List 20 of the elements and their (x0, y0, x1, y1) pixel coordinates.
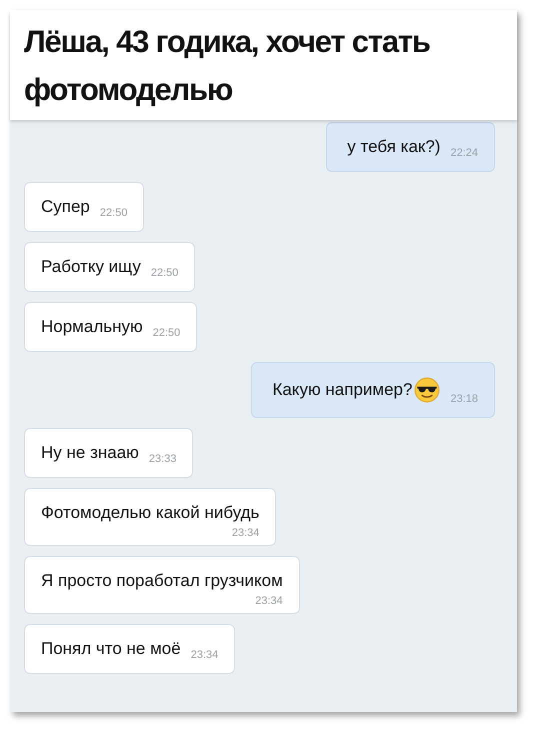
message-time: 23:18 (450, 393, 478, 405)
message-time: 22:50 (152, 327, 180, 339)
message-text: Какую например? (272, 380, 412, 400)
message-time: 23:33 (148, 453, 176, 465)
message-text: Нормальную (41, 317, 143, 337)
message-text: Ну не знааю (41, 443, 139, 463)
message-text: Супер (41, 197, 90, 217)
message-time: 23:34 (190, 649, 218, 661)
sunglasses-smiley-icon (414, 377, 440, 403)
message-time: 22:50 (150, 267, 178, 279)
message-time: 22:50 (100, 207, 128, 219)
message-text: Понял что не моё (41, 639, 181, 659)
message-text: Работку ищу (41, 257, 141, 277)
message-time: 22:24 (450, 147, 478, 159)
message-time: 23:34 (232, 527, 260, 539)
message-text: у тебя как?) (347, 137, 440, 157)
message-time: 23:34 (255, 595, 283, 607)
message-text: Фотомоделью какой нибудь (41, 503, 260, 523)
caption-text: Лёша, 43 годика, хочет стать фотомоделью (24, 23, 431, 109)
message-text: Я просто поработал грузчиком (41, 571, 283, 591)
